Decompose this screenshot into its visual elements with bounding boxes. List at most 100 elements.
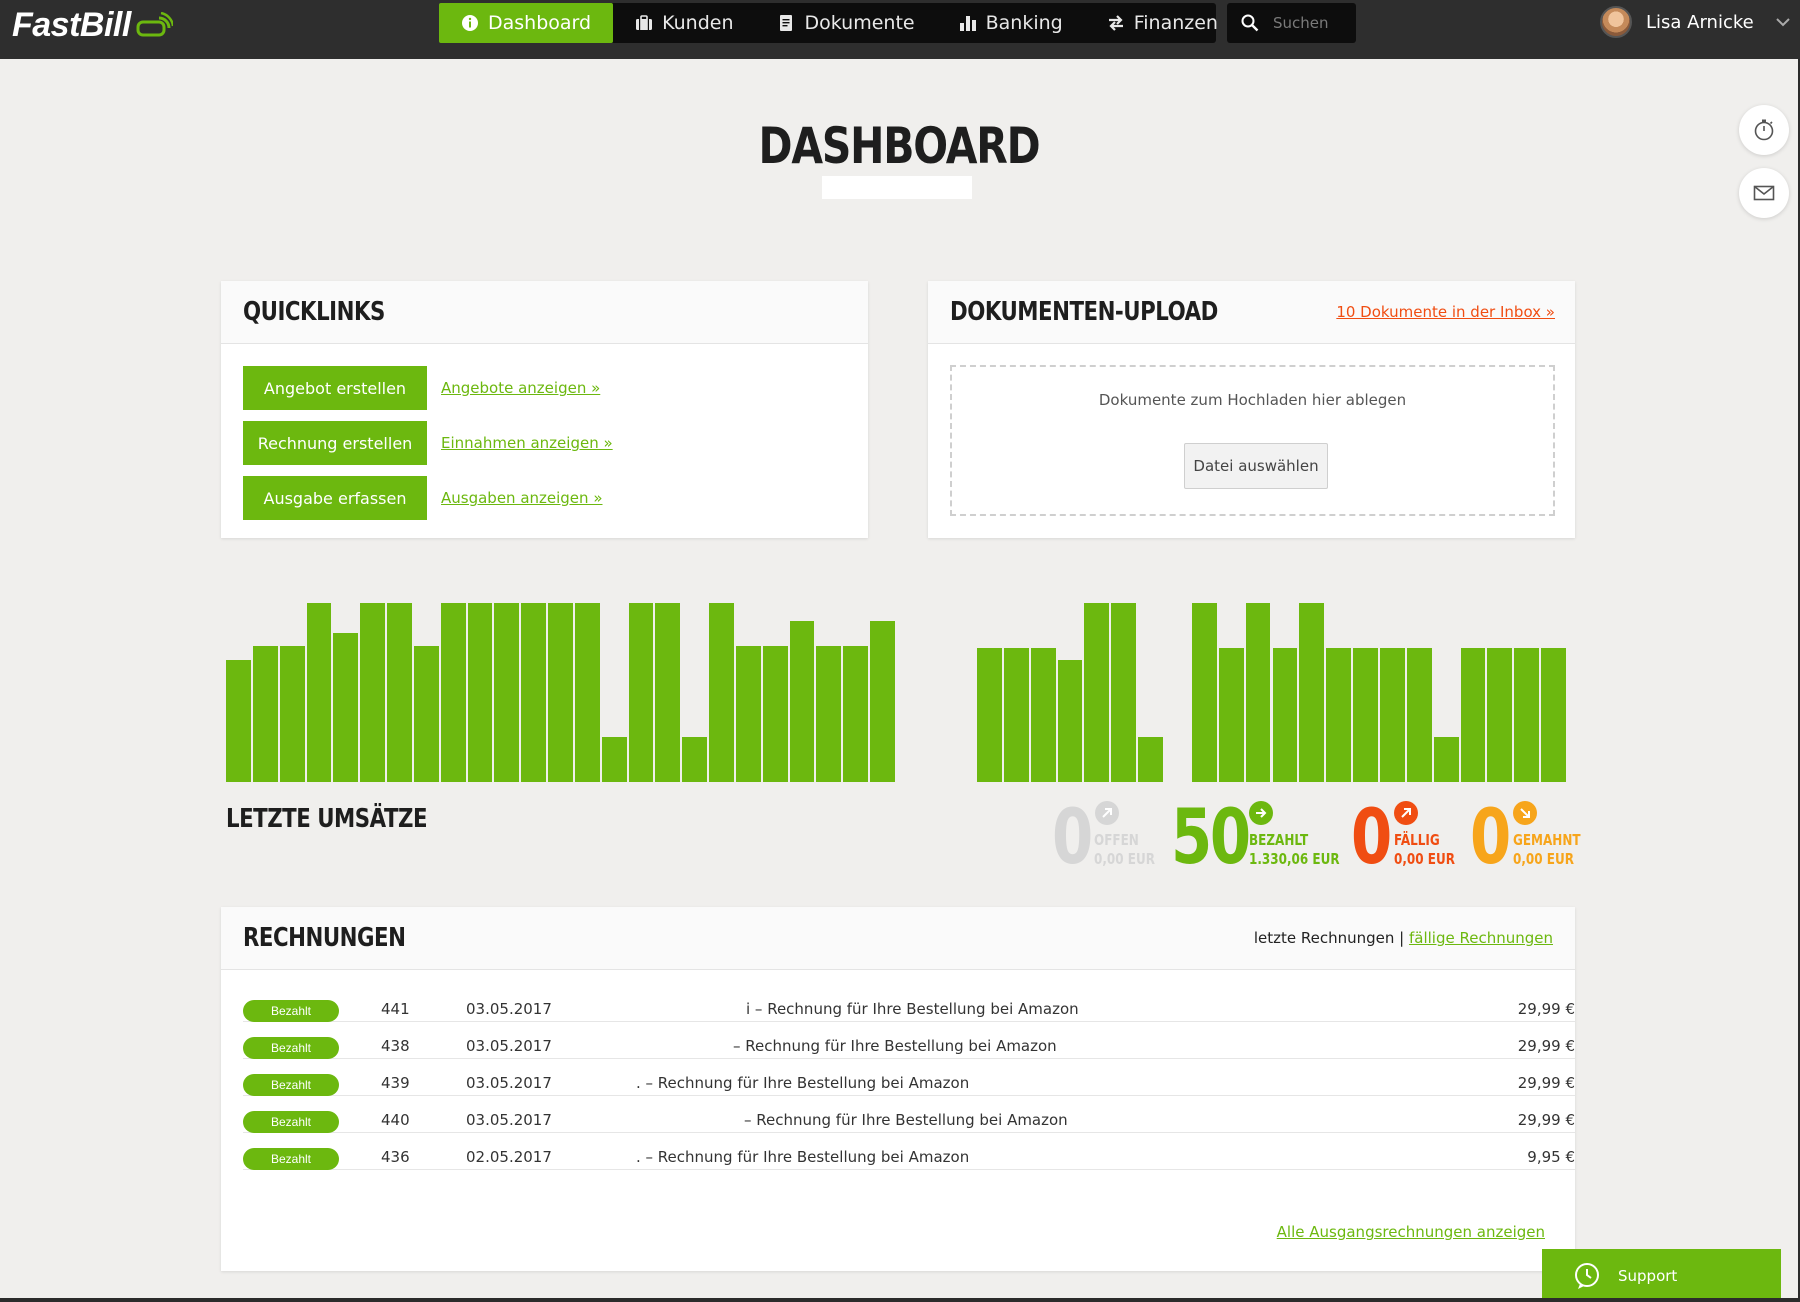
support-button[interactable]: Support: [1542, 1249, 1781, 1298]
invoice-filter: letzte Rechnungen | fällige Rechnungen: [1254, 929, 1553, 947]
invoice-date: 02.05.2017: [466, 1148, 552, 1166]
inbox-link[interactable]: 10 Dokumente in der Inbox »: [1336, 303, 1555, 321]
fastbill-logo[interactable]: FastBill: [12, 4, 173, 46]
nav-item-dokumente[interactable]: Dokumente: [755, 3, 936, 43]
table-row[interactable]: Bezahlt 440 03.05.2017 – Rechnung für Ih…: [243, 1097, 1575, 1133]
search-icon[interactable]: [1241, 14, 1259, 32]
top-navigation-bar: FastBill Dashboard Kunden Dokumente Bank…: [0, 0, 1800, 59]
chart-bar: [574, 603, 600, 782]
chart-bar: [494, 603, 520, 782]
stat-faellig[interactable]: 0 FÄLLIG 0,00 EUR: [1351, 797, 1461, 877]
bar-chart-icon: [959, 16, 976, 31]
stat-gemahnt[interactable]: 0 GEMAHNT 0,00 EUR: [1470, 797, 1581, 877]
chart-bar: [709, 603, 734, 782]
quicklink-row: Angebot erstellen Angebote anzeigen »: [243, 366, 600, 410]
invoices-title: RECHNUNGEN: [243, 923, 406, 953]
stat-amount: 1.330,06 EUR: [1249, 850, 1340, 868]
show-income-link[interactable]: Einnahmen anzeigen »: [441, 434, 613, 452]
chart-bar: [1057, 660, 1083, 782]
invoice-number: 438: [381, 1037, 410, 1055]
main-nav: Dashboard Kunden Dokumente Banking Finan…: [439, 3, 1218, 43]
chevron-down-icon[interactable]: [1776, 15, 1790, 29]
arrow-up-right-icon: [1394, 801, 1418, 825]
invoice-date: 03.05.2017: [466, 1111, 552, 1129]
quicklinks-card: QUICKLINKS Angebot erstellen Angebote an…: [221, 281, 868, 538]
upload-dropzone[interactable]: Dokumente zum Hochladen hier ablegen Dat…: [950, 365, 1555, 516]
filter-current[interactable]: letzte Rechnungen: [1254, 929, 1395, 947]
quicklinks-header: QUICKLINKS: [221, 281, 868, 344]
nav-item-banking[interactable]: Banking: [937, 3, 1085, 43]
arrow-right-icon: [1249, 801, 1273, 825]
status-badge: Bezahlt: [243, 1111, 339, 1133]
chart-bar: [682, 737, 708, 782]
invoice-date: 03.05.2017: [466, 1000, 552, 1018]
invoice-amount: 29,99 €: [1517, 1000, 1575, 1018]
messages-button[interactable]: [1739, 168, 1789, 218]
user-name: Lisa Arnicke: [1646, 11, 1754, 33]
stat-label: OFFEN: [1094, 831, 1139, 849]
table-row[interactable]: Bezahlt 439 03.05.2017 . – Rechnung für …: [243, 1060, 1575, 1096]
timer-button[interactable]: [1739, 105, 1789, 155]
invoice-number: 439: [381, 1074, 410, 1092]
document-icon: [780, 15, 793, 31]
chart-bar: [360, 603, 386, 782]
nav-item-finanzen[interactable]: Finanzen: [1085, 3, 1240, 43]
filter-separator: |: [1394, 929, 1409, 947]
avatar[interactable]: [1600, 6, 1632, 38]
chart-bar: [548, 603, 573, 782]
invoice-description: . – Rechnung für Ihre Bestellung bei Ama…: [636, 1148, 970, 1166]
recent-revenue-title: LETZTE UMSÄTZE: [226, 804, 428, 834]
stat-bezahlt[interactable]: 50 BEZAHLT 1.330,06 EUR: [1171, 797, 1340, 877]
show-expenses-link[interactable]: Ausgaben anzeigen »: [441, 489, 603, 507]
stat-label: GEMAHNT: [1513, 831, 1581, 849]
status-badge: Bezahlt: [243, 1074, 339, 1096]
record-expense-button[interactable]: Ausgabe erfassen: [243, 476, 427, 520]
invoice-description: i – Rechnung für Ihre Bestellung bei Ama…: [746, 1000, 1079, 1018]
choose-file-button[interactable]: Datei auswählen: [1184, 443, 1328, 489]
invoice-amount: 29,99 €: [1517, 1074, 1575, 1092]
chart-bar: [1460, 647, 1486, 782]
chart-bar: [306, 603, 332, 782]
chart-bar: [521, 603, 547, 782]
create-invoice-button[interactable]: Rechnung erstellen: [243, 421, 427, 465]
chart-bar: [413, 645, 439, 782]
chart-bar: [1487, 647, 1513, 782]
all-invoices-link[interactable]: Alle Ausgangsrechnungen anzeigen: [1277, 1223, 1545, 1241]
chart-bar: [1379, 647, 1405, 782]
envelope-icon: [1753, 185, 1775, 201]
revenue-chart-left: [226, 603, 897, 782]
table-row[interactable]: Bezahlt 438 03.05.2017 – Rechnung für Ih…: [243, 1023, 1575, 1059]
chart-bar: [789, 620, 815, 782]
table-row[interactable]: Bezahlt 436 02.05.2017 . – Rechnung für …: [243, 1134, 1575, 1170]
nav-item-label: Dashboard: [488, 12, 592, 34]
chat-bubble-icon: [1575, 1262, 1599, 1289]
document-upload-card: DOKUMENTEN-UPLOAD 10 Dokumente in der In…: [928, 281, 1575, 538]
stat-offen[interactable]: 0 OFFEN 0,00 EUR: [1052, 792, 1155, 881]
create-offer-button[interactable]: Angebot erstellen: [243, 366, 427, 410]
chart-bar: [1245, 603, 1271, 782]
chart-bar: [655, 603, 681, 782]
invoice-amount: 9,95 €: [1527, 1148, 1575, 1166]
stat-amount: 0,00 EUR: [1394, 850, 1455, 868]
due-invoices-link[interactable]: fällige Rechnungen: [1409, 929, 1553, 947]
stat-count: 0: [1351, 792, 1392, 881]
status-badge: Bezahlt: [243, 1037, 339, 1059]
chart-bar: [387, 603, 412, 782]
chart-bar: [467, 603, 493, 782]
chart-bar: [333, 633, 359, 782]
invoices-card: RECHNUNGEN letzte Rechnungen | fällige R…: [221, 907, 1575, 1271]
nav-item-dashboard[interactable]: Dashboard: [439, 3, 614, 43]
invoice-date: 03.05.2017: [466, 1074, 552, 1092]
chart-bar: [1003, 647, 1029, 782]
table-row[interactable]: Bezahlt 441 03.05.2017 i – Rechnung für …: [243, 986, 1575, 1022]
show-offers-link[interactable]: Angebote anzeigen »: [441, 379, 600, 397]
chart-bar: [762, 645, 788, 782]
stat-amount: 0,00 EUR: [1513, 850, 1574, 868]
search-input[interactable]: [1273, 14, 1345, 32]
title-underline: [822, 176, 972, 199]
nav-item-label: Banking: [985, 12, 1063, 34]
stat-count: 0: [1052, 792, 1093, 881]
invoice-description: – Rechnung für Ihre Bestellung bei Amazo…: [744, 1111, 1068, 1129]
nav-item-kunden[interactable]: Kunden: [613, 3, 755, 43]
user-menu[interactable]: Lisa Arnicke: [1600, 4, 1790, 40]
